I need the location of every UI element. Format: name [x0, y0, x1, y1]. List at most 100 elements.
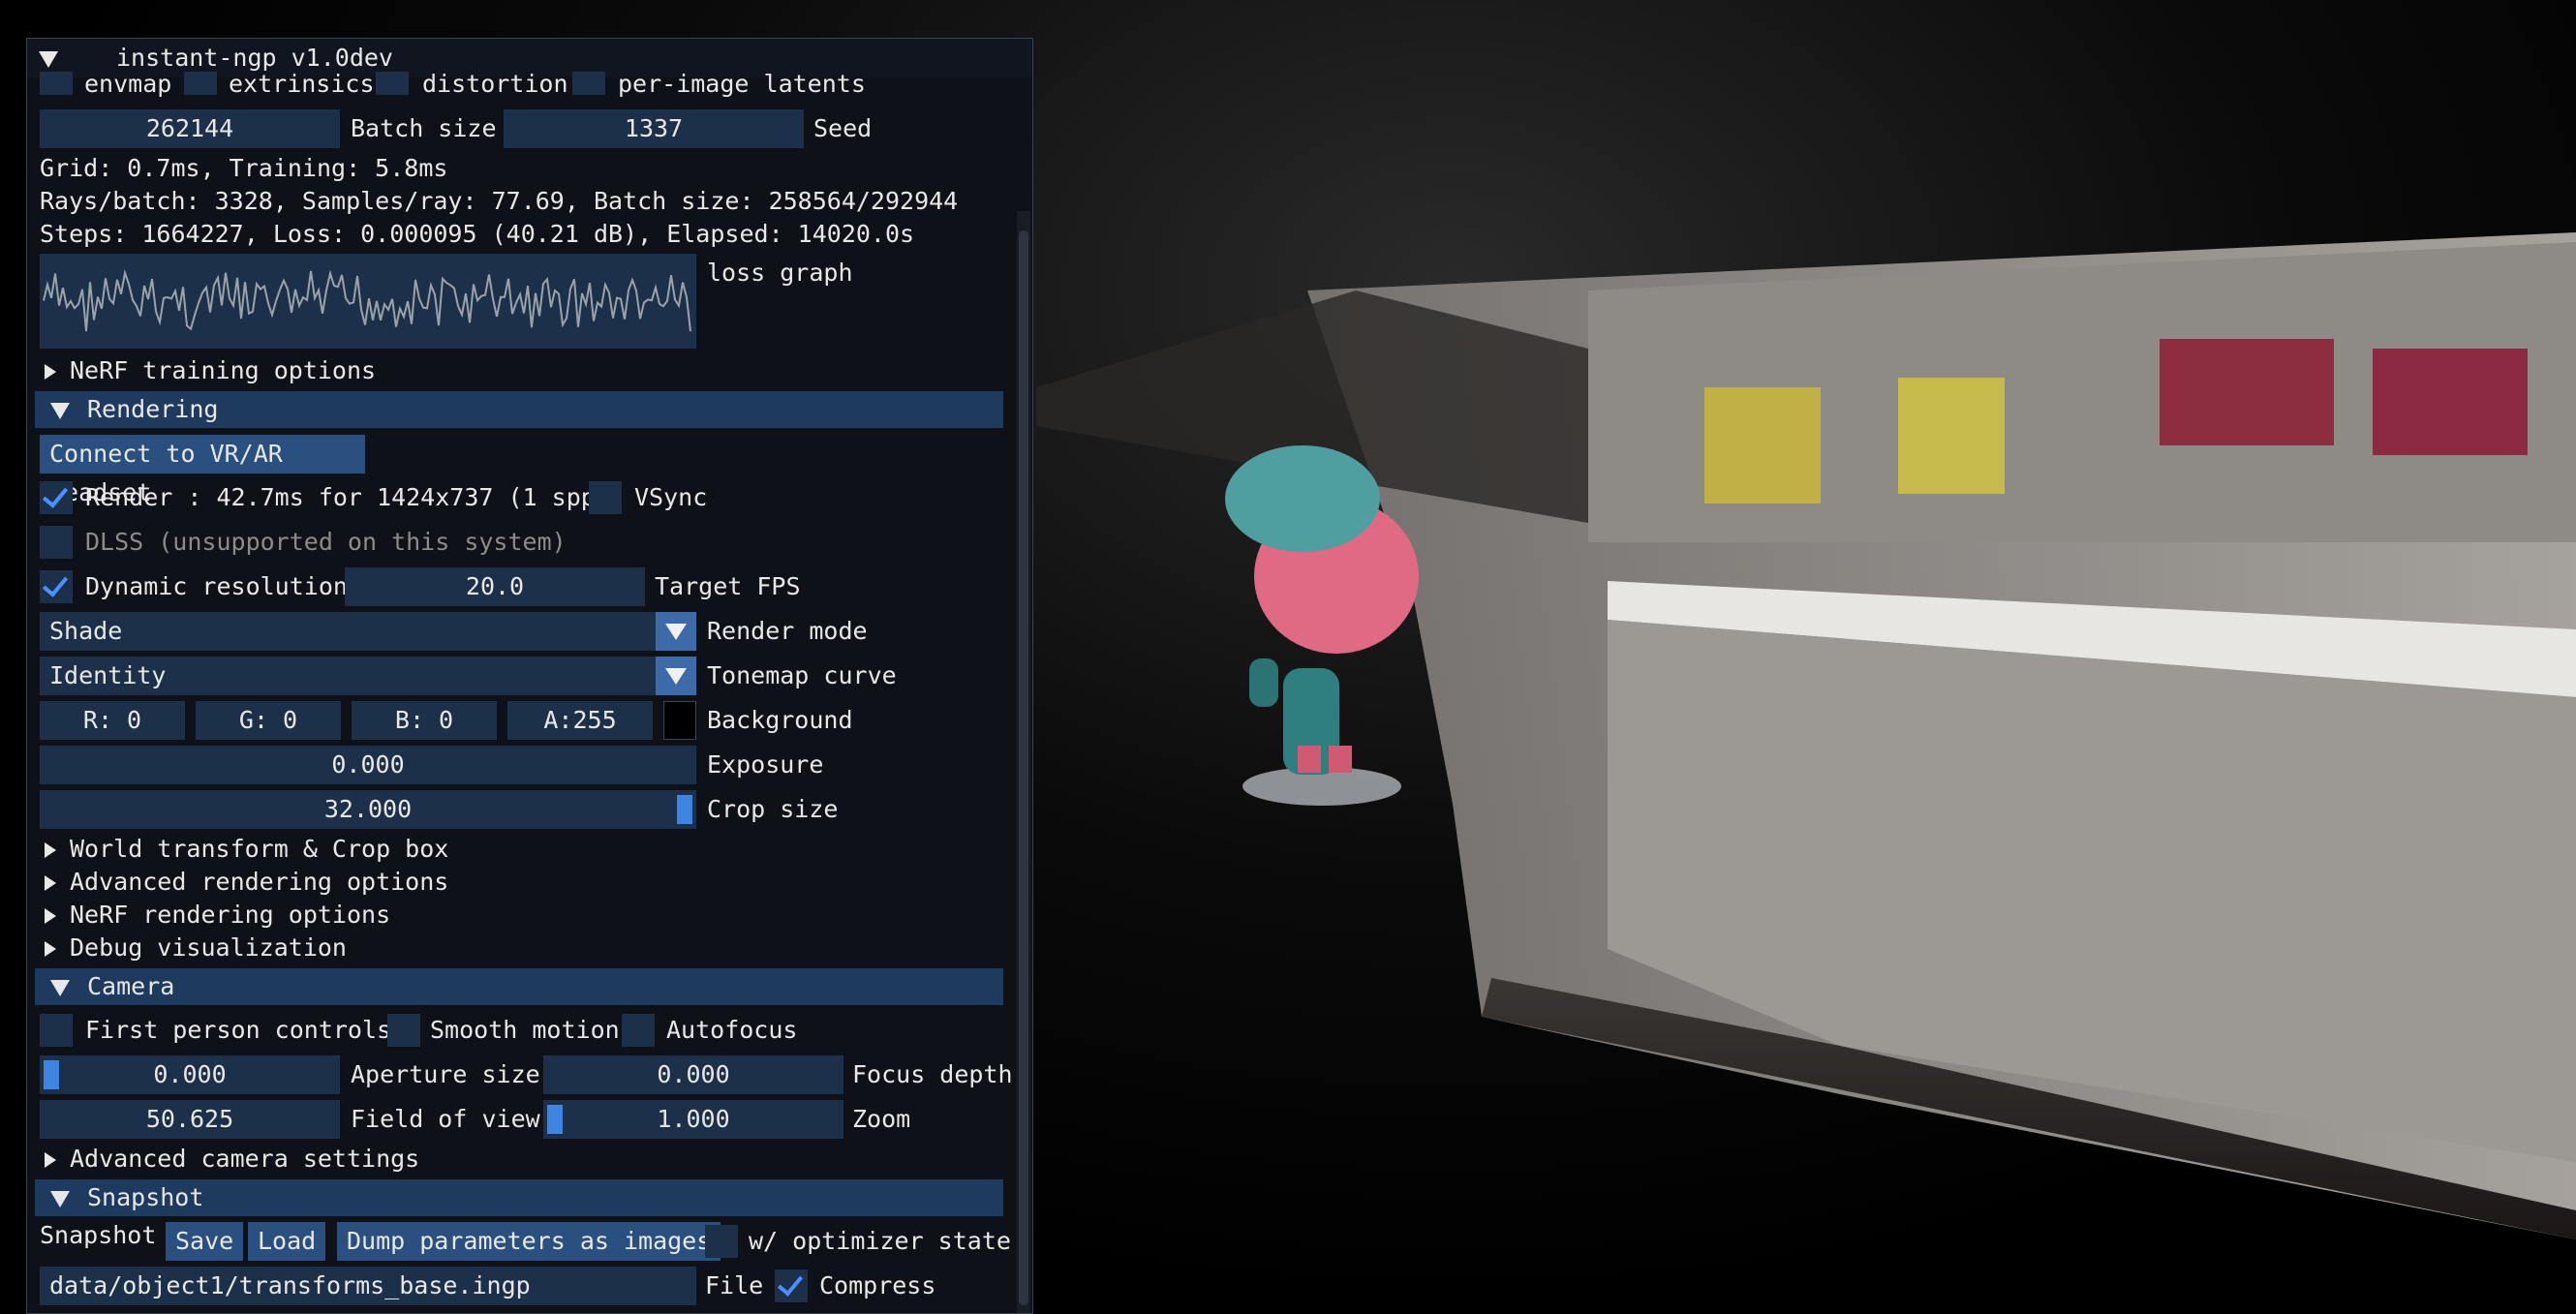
seed-label: Seed	[813, 114, 873, 142]
background-color-swatch[interactable]	[663, 701, 696, 740]
background-g-field[interactable]: G: 0	[196, 701, 341, 740]
slider-grab-handle[interactable]	[677, 795, 692, 824]
snapshot-path-input[interactable]: data/object1/transforms_base.ingp	[40, 1267, 696, 1305]
crop-size-value: 32.000	[323, 795, 413, 823]
load-button[interactable]: Load	[248, 1222, 326, 1261]
dump-parameters-button[interactable]: Dump parameters as images	[337, 1222, 721, 1261]
advanced-rendering-label: Advanced rendering options	[70, 868, 449, 896]
expand-arrow-icon	[45, 941, 56, 957]
compress-label: Compress	[819, 1271, 936, 1299]
distortion-label: distortion	[422, 70, 568, 98]
world-transform-node[interactable]: World transform & Crop box	[27, 833, 448, 866]
zoom-value: 1.000	[657, 1105, 730, 1133]
per-image-latents-checkbox[interactable]	[572, 72, 605, 95]
advanced-camera-node[interactable]: Advanced camera settings	[27, 1143, 419, 1176]
nerf-training-options-node[interactable]: NeRF training options	[27, 354, 376, 387]
crop-size-slider[interactable]: 32.000	[40, 790, 696, 829]
exposure-label: Exposure	[707, 750, 824, 779]
fov-value: 50.625	[145, 1105, 234, 1133]
expand-arrow-icon	[45, 1152, 56, 1168]
seed-field[interactable]: 1337	[504, 109, 804, 148]
advanced-rendering-node[interactable]: Advanced rendering options	[27, 866, 448, 899]
zoom-slider[interactable]: 1.000	[543, 1100, 843, 1139]
nerf-rendering-node[interactable]: NeRF rendering options	[27, 899, 390, 932]
envmap-label: envmap	[84, 70, 172, 98]
timing-stats: Grid: 0.7ms, Training: 5.8ms	[40, 154, 448, 182]
target-fps-label: Target FPS	[655, 572, 801, 600]
debug-visualization-node[interactable]: Debug visualization	[27, 932, 347, 964]
world-transform-label: World transform & Crop box	[70, 835, 449, 863]
expand-arrow-icon	[45, 875, 56, 891]
loss-curve-line	[43, 269, 691, 332]
dlss-label: DLSS (unsupported on this system)	[85, 528, 567, 556]
field-of-view-slider[interactable]: 50.625	[40, 1100, 340, 1139]
collapse-triangle-icon	[50, 1190, 70, 1207]
vsync-label: VSync	[634, 483, 708, 511]
background-a-field[interactable]: A:255	[507, 701, 653, 740]
slider-grab-handle[interactable]	[44, 1060, 59, 1089]
per-image-latents-label: per-image latents	[618, 70, 866, 98]
dlss-checkbox	[40, 526, 73, 559]
panel-scrollbar[interactable]	[1017, 211, 1030, 1313]
collapse-triangle-icon[interactable]	[39, 42, 66, 75]
bg-g-value: G: 0	[238, 706, 298, 734]
camera-header[interactable]: Camera	[35, 968, 1003, 1005]
file-label: File	[705, 1271, 764, 1299]
focus-depth-value: 0.000	[657, 1060, 730, 1088]
smooth-motion-checkbox[interactable]	[387, 1014, 420, 1047]
background-b-field[interactable]: B: 0	[352, 701, 497, 740]
batch-size-slider[interactable]: 262144	[40, 109, 340, 148]
camera-header-label: Camera	[87, 972, 175, 1000]
batch-size-label: Batch size	[351, 114, 497, 142]
save-button[interactable]: Save	[166, 1222, 244, 1261]
bg-b-value: B: 0	[394, 706, 454, 734]
collapse-triangle-icon	[50, 979, 70, 996]
snapshot-header[interactable]: Snapshot	[35, 1179, 1003, 1216]
seed-value: 1337	[624, 114, 684, 142]
vsync-checkbox[interactable]	[589, 481, 622, 514]
loss-graph	[40, 254, 696, 349]
expand-arrow-icon	[45, 908, 56, 924]
optimizer-state-checkbox[interactable]	[705, 1225, 738, 1258]
instant-ngp-panel[interactable]: instant-ngp v1.0dev envmap extrinsics di…	[26, 38, 1033, 1314]
slider-grab-handle[interactable]	[547, 1105, 563, 1134]
nerf-training-options-label: NeRF training options	[70, 356, 377, 384]
collapse-triangle-icon	[50, 402, 70, 419]
snapshot-label: Snapshot	[40, 1221, 157, 1249]
aperture-label: Aperture size	[351, 1060, 540, 1088]
rendering-header-label: Rendering	[87, 395, 219, 423]
autofocus-label: Autofocus	[666, 1016, 798, 1044]
debug-visualization-label: Debug visualization	[70, 933, 347, 962]
loss-graph-plot	[43, 269, 691, 332]
exposure-slider[interactable]: 0.000	[40, 746, 696, 784]
step-stats: Steps: 1664227, Loss: 0.000095 (40.21 dB…	[40, 220, 915, 248]
focus-depth-slider[interactable]: 0.000	[543, 1055, 843, 1094]
aperture-value: 0.000	[153, 1060, 227, 1088]
distortion-checkbox[interactable]	[376, 72, 409, 95]
smooth-motion-label: Smooth motion	[430, 1016, 620, 1044]
rendering-header[interactable]: Rendering	[35, 391, 1003, 428]
render-mode-select[interactable]: Shade	[40, 612, 696, 651]
crop-size-label: Crop size	[707, 795, 839, 823]
tonemap-curve-label: Tonemap curve	[707, 661, 897, 689]
tonemap-curve-select[interactable]: Identity	[40, 657, 696, 695]
background-r-field[interactable]: R: 0	[40, 701, 185, 740]
first-person-checkbox[interactable]	[40, 1014, 73, 1047]
aperture-size-slider[interactable]: 0.000	[40, 1055, 340, 1094]
render-checkbox[interactable]	[40, 481, 73, 514]
dropdown-arrow-icon	[656, 657, 696, 695]
snapshot-header-label: Snapshot	[87, 1183, 204, 1211]
extrinsics-checkbox[interactable]	[184, 72, 217, 95]
exposure-value: 0.000	[331, 750, 405, 779]
envmap-checkbox[interactable]	[40, 72, 73, 95]
dropdown-arrow-icon	[656, 612, 696, 651]
compress-checkbox[interactable]	[775, 1269, 808, 1302]
loss-graph-label: loss graph	[707, 259, 853, 287]
autofocus-checkbox[interactable]	[622, 1014, 655, 1047]
connect-vr-button[interactable]: Connect to VR/AR headset	[40, 435, 365, 506]
field-of-view-label: Field of view	[351, 1105, 540, 1133]
background-label: Background	[707, 706, 853, 734]
dynamic-resolution-label: Dynamic resolution	[85, 572, 348, 600]
target-fps-slider[interactable]: 20.0	[345, 567, 645, 606]
dynamic-resolution-checkbox[interactable]	[40, 570, 73, 603]
